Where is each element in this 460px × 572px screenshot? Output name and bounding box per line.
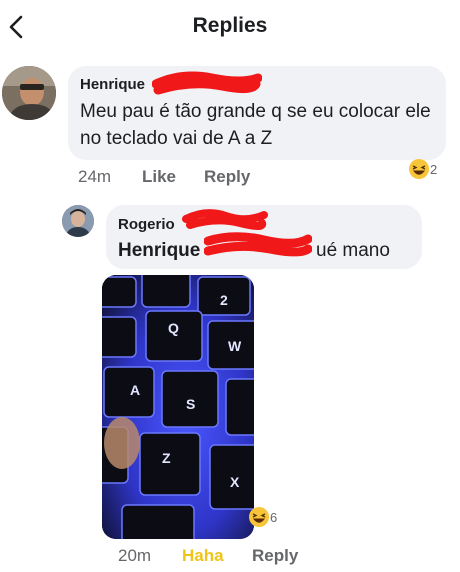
- key-label: S: [186, 396, 195, 412]
- key-label: A: [130, 382, 140, 398]
- key-label: Z: [162, 450, 171, 466]
- reply-bubble: Rogerio Henrique ué mano: [106, 205, 422, 269]
- top-bar: Replies: [0, 0, 460, 56]
- reply-author[interactable]: Rogerio: [118, 216, 175, 233]
- avatar[interactable]: [62, 205, 94, 237]
- reaction-count: 6: [270, 509, 278, 525]
- haha-emoji-icon: [409, 159, 429, 179]
- haha-emoji-icon: [249, 507, 269, 527]
- reaction-summary[interactable]: 6: [248, 506, 277, 528]
- redaction-scribble: [182, 209, 268, 230]
- mention-link[interactable]: Henrique: [118, 240, 200, 262]
- key-label: 2: [220, 292, 228, 308]
- haha-reaction-button[interactable]: Haha: [182, 546, 224, 566]
- page-title: Replies: [192, 14, 268, 37]
- reaction-summary[interactable]: 2: [408, 158, 437, 180]
- profile-photo: [2, 66, 56, 120]
- key-label: Q: [168, 320, 179, 336]
- profile-photo: [62, 205, 94, 237]
- attached-photo[interactable]: 2 Q W A S Z X: [102, 275, 254, 539]
- reply-button[interactable]: Reply: [252, 546, 298, 566]
- keyboard-photo: 2 Q W A S Z X: [102, 275, 254, 539]
- reaction-count: 2: [430, 161, 438, 177]
- key-label: W: [228, 338, 242, 354]
- redaction-scribble: [152, 71, 262, 95]
- reply-text: ué mano: [316, 240, 390, 261]
- comment-timestamp: 24m: [78, 167, 112, 186]
- reply-button[interactable]: Reply: [204, 167, 250, 187]
- comment-bubble: Henrique Meu pau é tão grande q se eu co…: [68, 66, 446, 160]
- reply-timestamp: 20m: [118, 546, 152, 565]
- redaction-scribble: [204, 232, 312, 257]
- comment-author[interactable]: Henrique: [80, 76, 145, 93]
- avatar[interactable]: [2, 66, 56, 120]
- key-label: X: [230, 474, 240, 490]
- like-button[interactable]: Like: [142, 167, 176, 187]
- comment-text: Meu pau é tão grande q se eu colocar ele…: [80, 101, 431, 149]
